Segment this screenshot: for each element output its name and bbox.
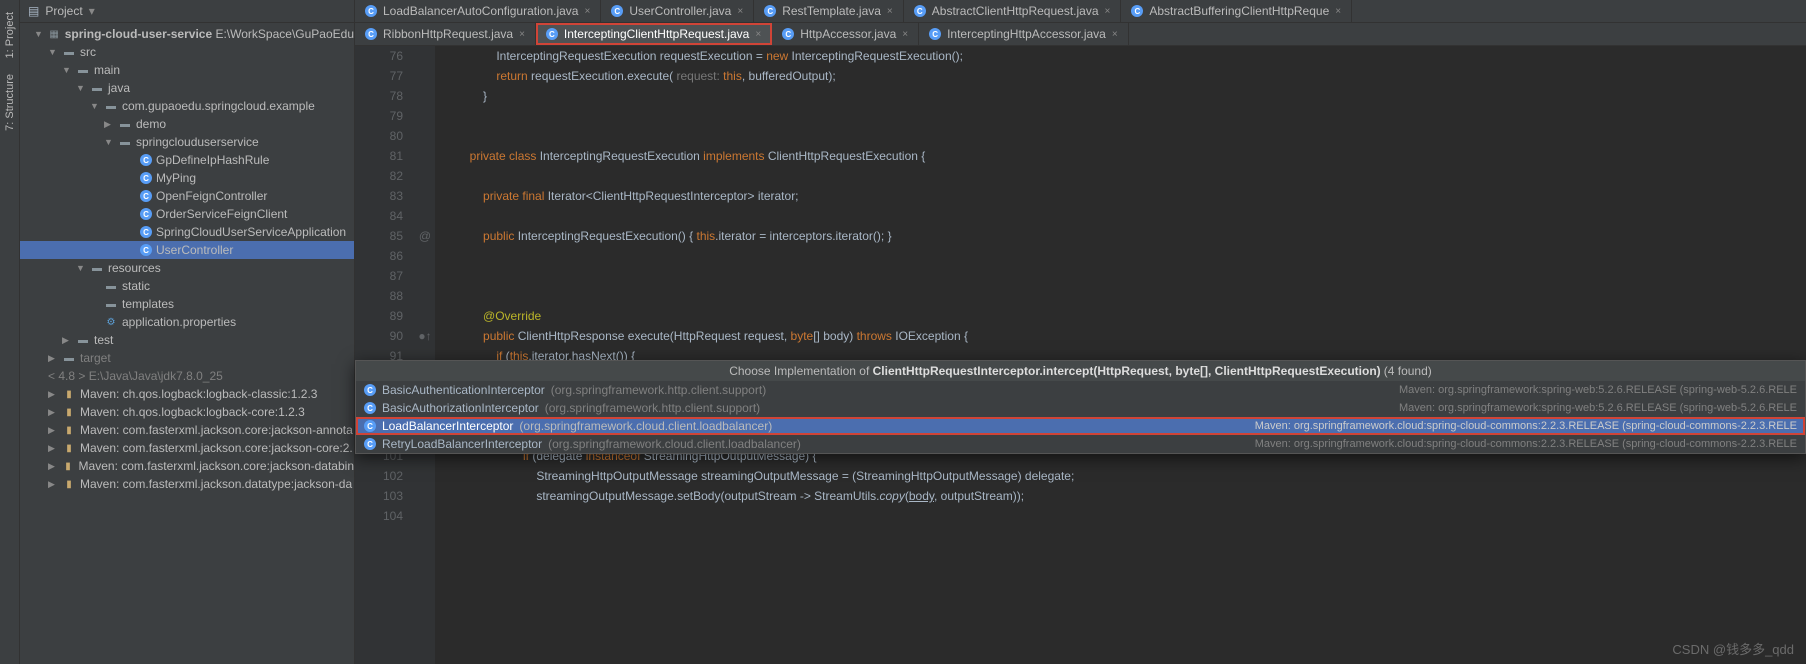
editor-tabs-row2: CRibbonHttpRequest.java×CInterceptingCli… [355,23,1806,46]
close-icon[interactable]: × [1112,29,1118,40]
gutter-icons[interactable]: @ ●↑ [415,46,435,664]
editor-tab[interactable]: CInterceptingHttpAccessor.java× [919,23,1129,45]
editor-tab[interactable]: CHttpAccessor.java× [772,23,919,45]
tree-item[interactable]: CMyPing [20,169,354,187]
tree-item[interactable]: CGpDefineIpHashRule [20,151,354,169]
close-icon[interactable]: × [519,29,525,40]
library-item[interactable]: ▶▮Maven: com.fasterxml.jackson.core:jack… [20,439,354,457]
tree-item[interactable]: ▼▬resources [20,259,354,277]
popup-title: Choose Implementation of ClientHttpReque… [356,361,1805,381]
folder-icon: ▤ [28,4,39,18]
sidebar-title: Project [45,4,82,18]
sidebar-header: ▤ Project ▾ [20,0,354,23]
line-numbers: 7677787980818283848586878889909192939910… [355,46,415,664]
left-toolbar: 1: Project 7: Structure [0,0,20,664]
library-item[interactable]: ▶▮Maven: ch.qos.logback:logback-core:1.2… [20,403,354,421]
library-item[interactable]: ▶▮Maven: com.fasterxml.jackson.core:jack… [20,457,354,475]
code-content[interactable]: InterceptingRequestExecution requestExec… [435,46,1806,664]
project-root[interactable]: ▼ ▦ spring-cloud-user-service E:\WorkSpa… [20,25,354,43]
close-icon[interactable]: × [1335,6,1341,17]
tree-item[interactable]: ▶▬test [20,331,354,349]
close-icon[interactable]: × [584,6,590,17]
close-icon[interactable]: × [902,29,908,40]
tree-item[interactable]: CSpringCloudUserServiceApplication [20,223,354,241]
project-tree[interactable]: ▼ ▦ spring-cloud-user-service E:\WorkSpa… [20,23,354,664]
code-editor[interactable]: 7677787980818283848586878889909192939910… [355,46,1806,664]
editor-tab[interactable]: CAbstractClientHttpRequest.java× [904,0,1122,22]
editor-tab[interactable]: CAbstractBufferingClientHttpReque× [1121,0,1352,22]
tree-item[interactable]: ▬templates [20,295,354,313]
editor-tab[interactable]: CInterceptingClientHttpRequest.java× [536,23,772,45]
editor-tab[interactable]: CRestTemplate.java× [754,0,904,22]
project-sidebar: ▤ Project ▾ ▼ ▦ spring-cloud-user-servic… [20,0,355,664]
tree-item[interactable]: ▬static [20,277,354,295]
implementation-popup[interactable]: Choose Implementation of ClientHttpReque… [355,360,1806,454]
editor-tab[interactable]: CRibbonHttpRequest.java× [355,23,536,45]
dropdown-icon[interactable]: ▾ [89,4,95,18]
tree-item[interactable]: ▶▬demo [20,115,354,133]
tree-item[interactable]: COrderServiceFeignClient [20,205,354,223]
close-icon[interactable]: × [755,29,761,40]
popup-item[interactable]: CBasicAuthenticationInterceptor (org.spr… [356,381,1805,399]
popup-item[interactable]: CRetryLoadBalancerInterceptor (org.sprin… [356,435,1805,453]
library-item[interactable]: ▶▮Maven: com.fasterxml.jackson.core:jack… [20,421,354,439]
tree-item[interactable]: ⚙application.properties [20,313,354,331]
editor-tab[interactable]: CUserController.java× [601,0,754,22]
popup-item[interactable]: CLoadBalancerInterceptor (org.springfram… [356,417,1805,435]
close-icon[interactable]: × [887,6,893,17]
popup-item[interactable]: CBasicAuthorizationInterceptor (org.spri… [356,399,1805,417]
tree-item[interactable]: ▼▬src [20,43,354,61]
tree-item[interactable]: ▼▬java [20,79,354,97]
toolwindow-project[interactable]: 1: Project [2,4,18,66]
tree-item[interactable]: ▶▬target [20,349,354,367]
tree-item[interactable]: ▼▬com.gupaoedu.springcloud.example [20,97,354,115]
library-item[interactable]: ▶▮Maven: ch.qos.logback:logback-classic:… [20,385,354,403]
tree-item[interactable]: ▼▬springclouduserservice [20,133,354,151]
tree-item[interactable]: COpenFeignController [20,187,354,205]
editor-tabs-row1: CLoadBalancerAutoConfiguration.java×CUse… [355,0,1806,23]
editor-tab[interactable]: CLoadBalancerAutoConfiguration.java× [355,0,601,22]
tree-item[interactable]: CUserController [20,241,354,259]
watermark: CSDN @钱多多_qdd [1672,639,1794,658]
tree-item[interactable]: ▼▬main [20,61,354,79]
close-icon[interactable]: × [737,6,743,17]
toolwindow-structure[interactable]: 7: Structure [2,66,18,139]
editor-area: CLoadBalancerAutoConfiguration.java×CUse… [355,0,1806,664]
library-item[interactable]: ▶▮Maven: com.fasterxml.jackson.datatype:… [20,475,354,493]
close-icon[interactable]: × [1105,6,1111,17]
